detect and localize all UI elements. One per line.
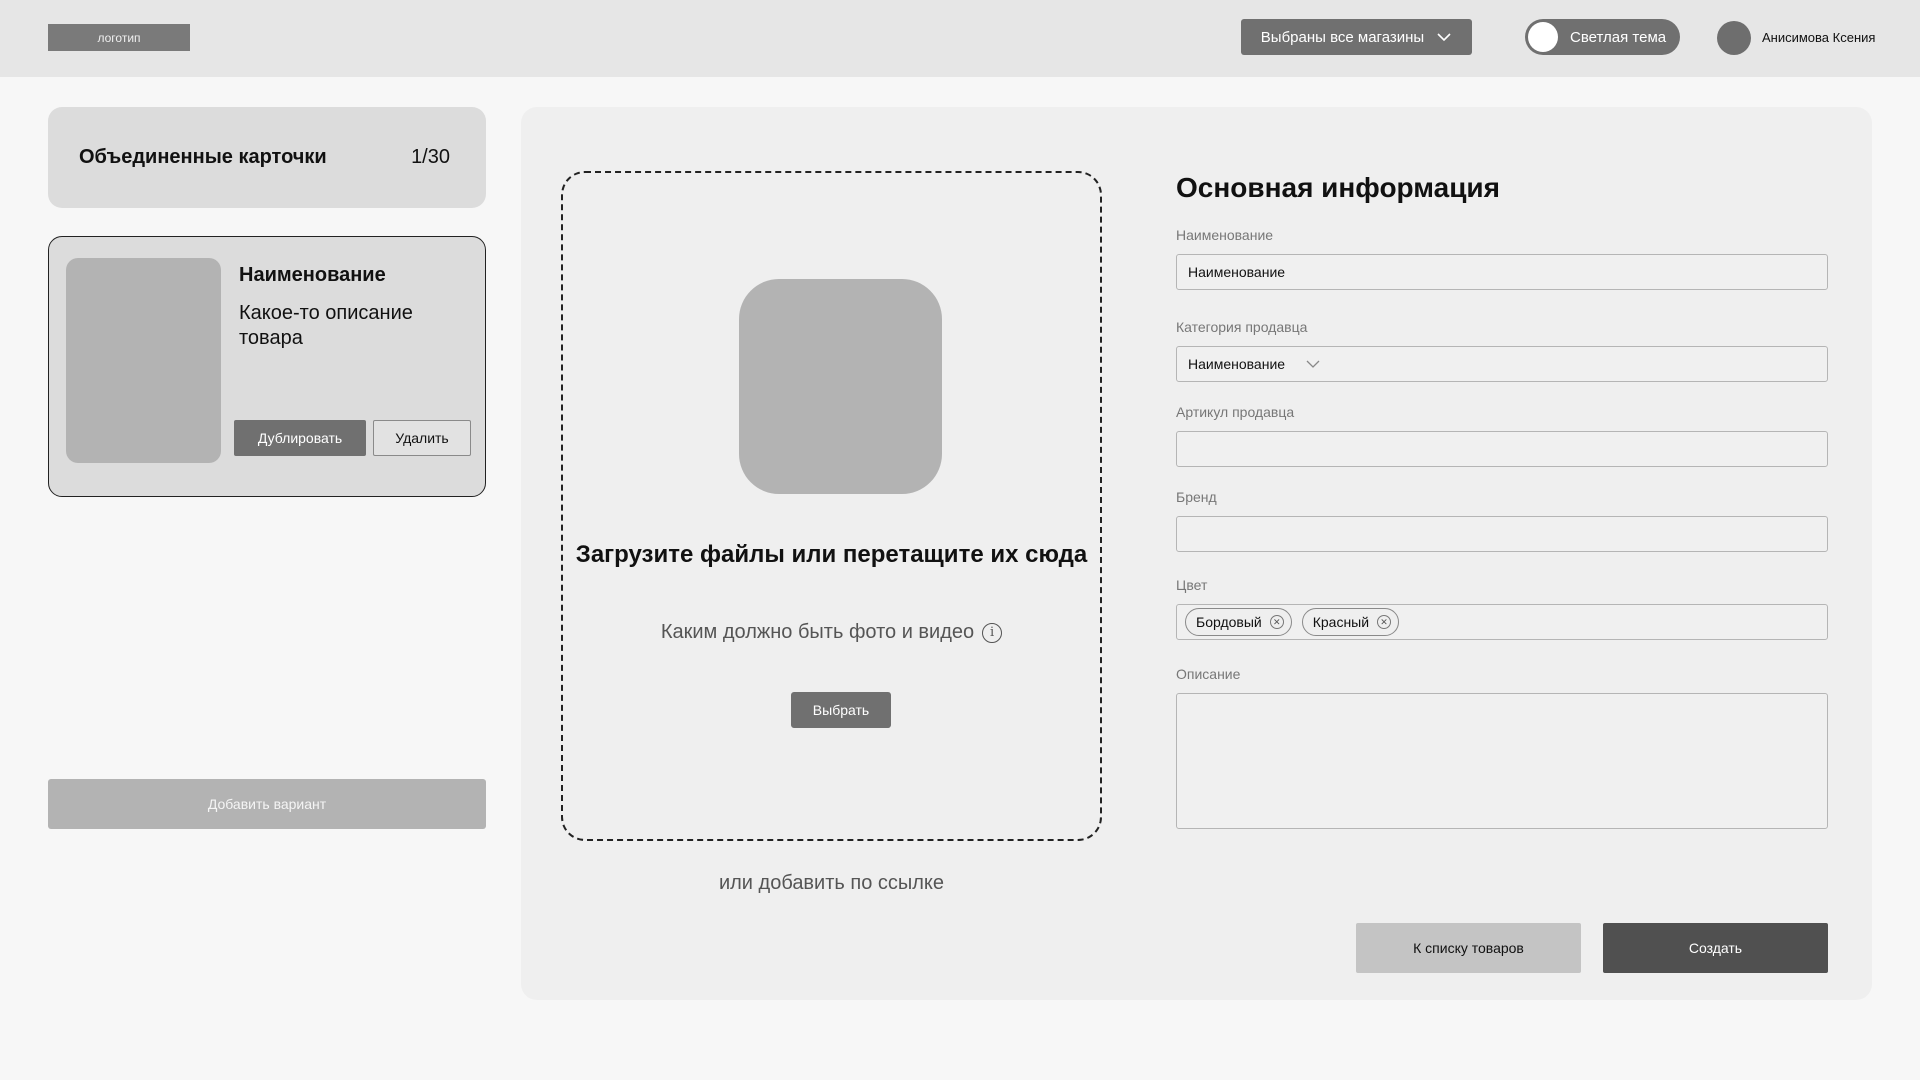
store-selector-label: Выбраны все магазины (1260, 28, 1425, 46)
color-label: Цвет (1176, 577, 1208, 593)
logo[interactable]: логотип (48, 24, 190, 51)
avatar[interactable] (1717, 21, 1751, 55)
article-label: Артикул продавца (1176, 404, 1295, 420)
theme-toggle[interactable]: Светлая тема (1525, 19, 1680, 55)
category-select[interactable]: Наименование (1176, 346, 1828, 382)
media-placeholder (739, 279, 942, 494)
chevron-down-icon (1437, 33, 1451, 42)
merged-cards-summary: Объединенные карточки 1/30 (48, 107, 486, 208)
main-panel: Загрузите файлы или перетащите их сюда К… (521, 107, 1872, 1000)
category-select-value: Наименование (1188, 356, 1286, 372)
media-requirements-text: Каким должно быть фото и видео (660, 621, 975, 643)
back-to-list-button[interactable]: К списку товаров (1356, 923, 1581, 973)
add-by-link[interactable]: или добавить по ссылке (561, 872, 1102, 895)
variant-thumbnail (66, 258, 221, 463)
choose-file-button[interactable]: Выбрать (791, 692, 891, 728)
add-variant-button[interactable]: Добавить вариант (48, 779, 486, 829)
form-title: Основная информация (1176, 172, 1500, 203)
color-chip[interactable]: Красный ✕ (1301, 608, 1400, 636)
variant-description: Какое-то описание товара (239, 302, 413, 349)
color-tags-field[interactable]: Бордовый ✕ Красный ✕ (1176, 604, 1828, 640)
duplicate-button[interactable]: Дублировать (234, 420, 366, 456)
brand-label: Бренд (1176, 489, 1217, 505)
color-chip[interactable]: Бордовый ✕ (1185, 608, 1292, 636)
description-label: Описание (1176, 666, 1241, 682)
dropzone-title: Загрузите файлы или перетащите их сюда (575, 541, 1088, 568)
user-name[interactable]: Анисимова Ксения (1762, 30, 1875, 45)
color-chip-label: Бордовый (1196, 614, 1262, 630)
article-field[interactable] (1176, 431, 1828, 467)
merged-cards-title: Объединенные карточки (79, 146, 327, 168)
name-field-value: Наименование (1188, 264, 1286, 280)
theme-toggle-label: Светлая тема (1570, 28, 1667, 46)
color-chip-label: Красный (1312, 614, 1370, 630)
chevron-down-icon (1306, 360, 1320, 368)
file-dropzone[interactable]: Загрузите файлы или перетащите их сюда К… (561, 171, 1102, 841)
close-circle-icon[interactable]: ✕ (1269, 615, 1284, 629)
variant-card[interactable]: Наименование Какое-то описание товара Ду… (48, 236, 486, 497)
media-requirements-hint[interactable]: Каким должно быть фото и видео i (563, 621, 1100, 644)
create-button[interactable]: Создать (1603, 923, 1828, 973)
name-label: Наименование (1176, 227, 1274, 243)
delete-button[interactable]: Удалить (373, 420, 471, 456)
info-icon[interactable]: i (982, 622, 1003, 643)
name-field[interactable]: Наименование (1176, 254, 1828, 290)
toggle-knob (1528, 22, 1558, 52)
brand-field[interactable] (1176, 516, 1828, 552)
category-label: Категория продавца (1176, 319, 1308, 335)
merged-cards-count: 1/30 (411, 146, 450, 168)
description-textarea[interactable] (1176, 693, 1828, 829)
store-selector[interactable]: Выбраны все магазины (1241, 19, 1472, 55)
top-bar: логотип Выбраны все магазины Светлая тем… (0, 0, 1920, 77)
close-circle-icon[interactable]: ✕ (1377, 615, 1392, 629)
variant-name: Наименование (239, 264, 386, 286)
